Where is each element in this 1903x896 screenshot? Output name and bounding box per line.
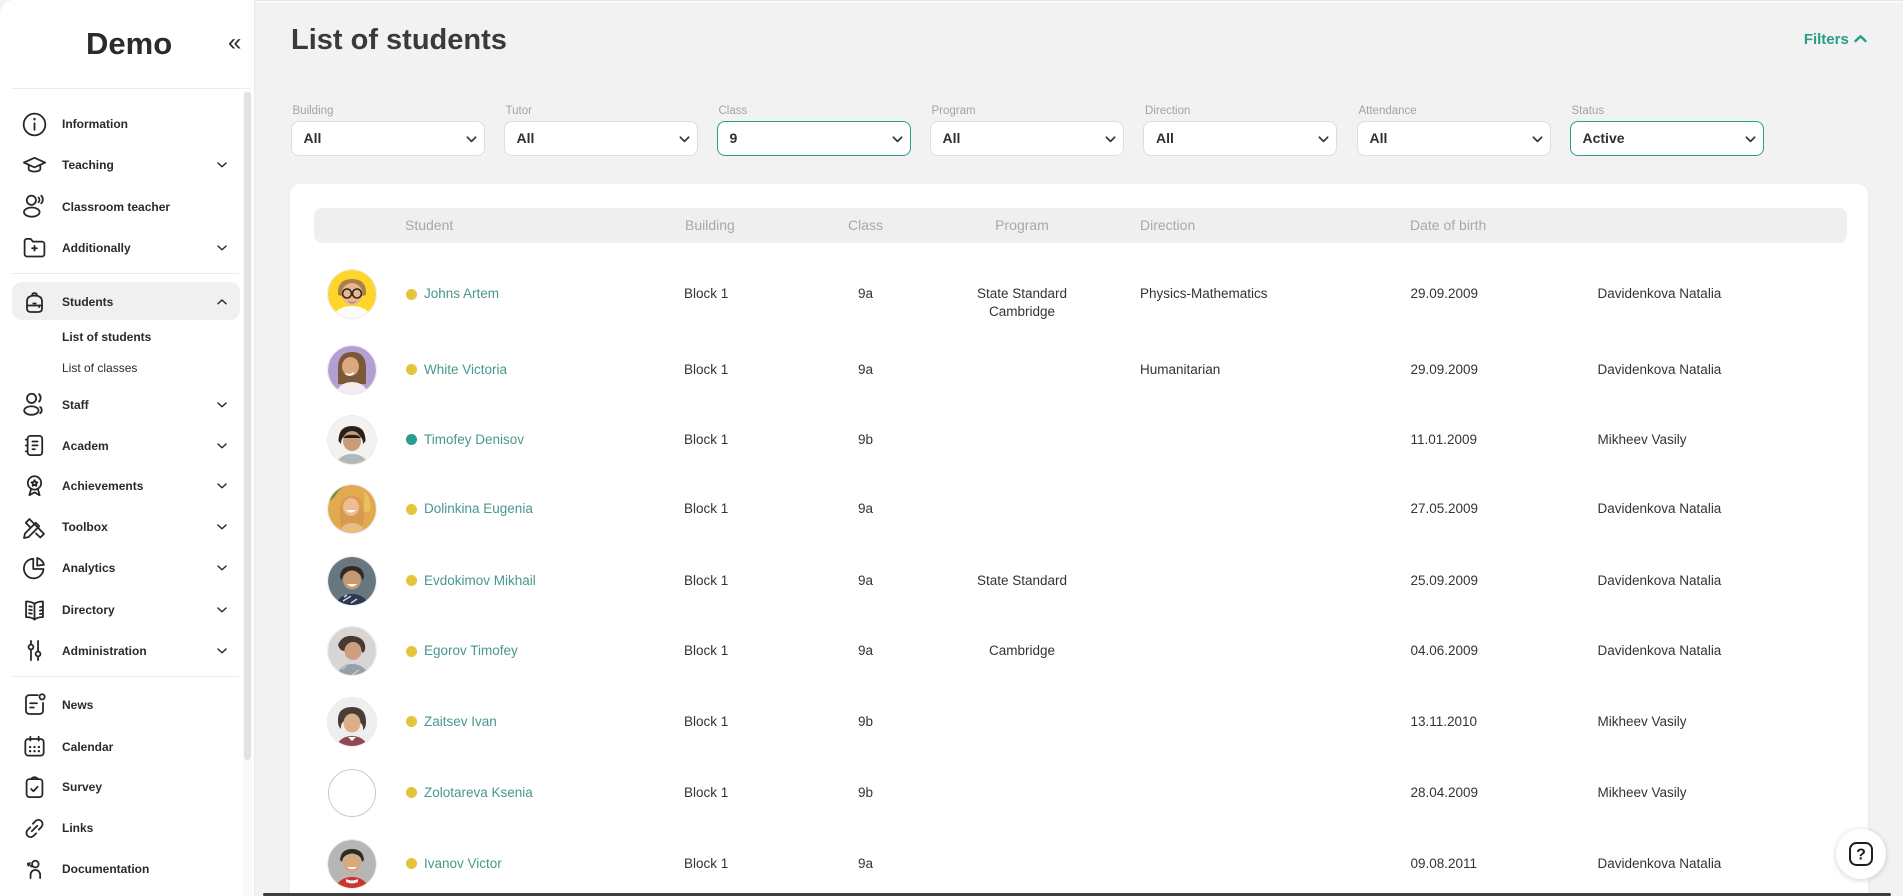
svg-text:?: ? — [1856, 847, 1866, 864]
